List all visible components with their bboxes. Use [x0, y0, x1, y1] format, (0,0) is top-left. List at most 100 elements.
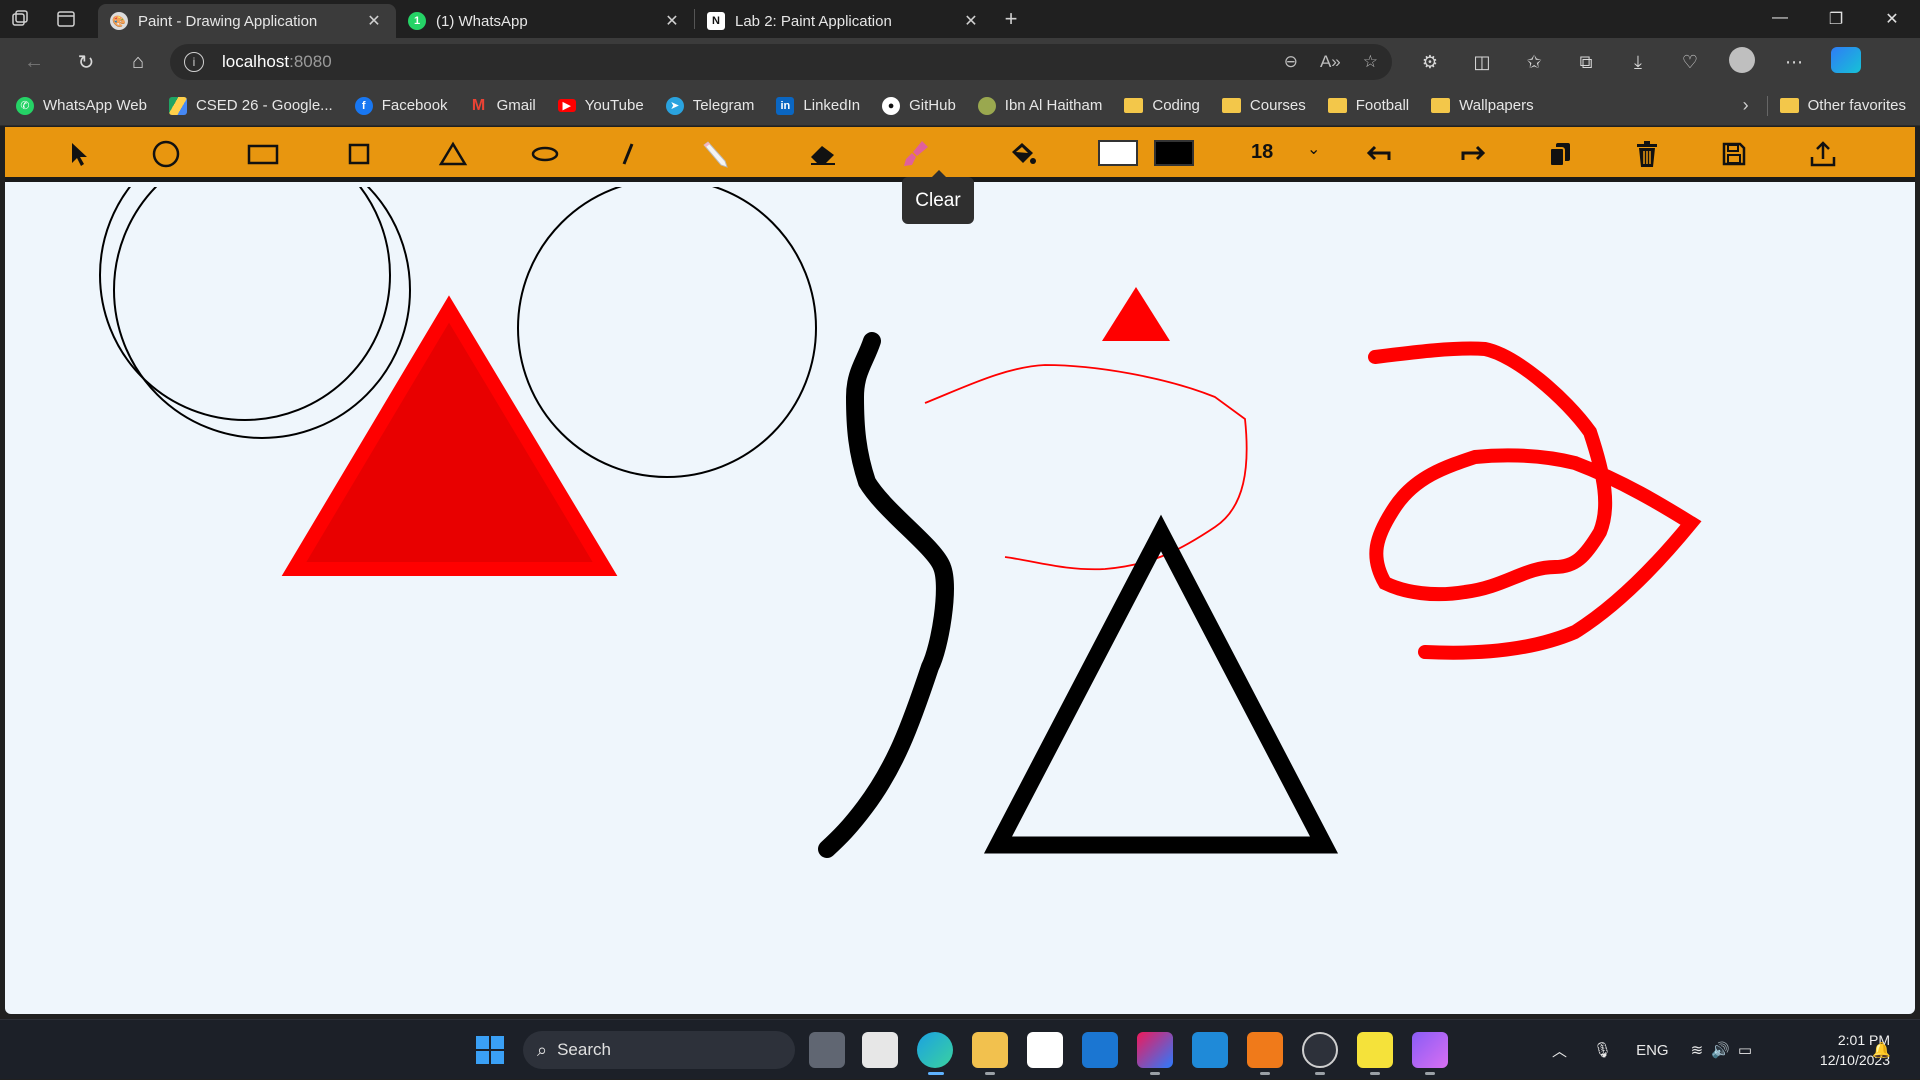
- url-field[interactable]: i localhost:8080 ⊖ A» ☆: [170, 44, 1392, 80]
- eraser-icon[interactable]: [801, 135, 845, 173]
- fill-bucket-icon[interactable]: [1000, 135, 1044, 173]
- extensions-icon[interactable]: ⚙: [1408, 52, 1452, 73]
- stroke-color-swatch[interactable]: [1154, 140, 1194, 166]
- close-window-icon[interactable]: ✕: [1864, 9, 1920, 29]
- copy-icon[interactable]: [1538, 135, 1582, 173]
- chevron-right-icon[interactable]: ›: [1743, 95, 1749, 116]
- intellij-icon[interactable]: [1137, 1032, 1173, 1068]
- bookmark-youtube[interactable]: ▶ YouTube: [557, 97, 644, 114]
- canvas-black-triangle[interactable]: [983, 514, 1339, 854]
- canvas-circle[interactable]: [99, 187, 391, 421]
- mail-icon[interactable]: [1082, 1032, 1118, 1068]
- bookmark-github[interactable]: ● GitHub: [882, 96, 956, 115]
- chevron-up-icon[interactable]: ︿: [1552, 1040, 1567, 1061]
- read-aloud-icon[interactable]: A»: [1320, 52, 1341, 72]
- bookmark-folder-courses[interactable]: Courses: [1221, 97, 1306, 114]
- undo-icon[interactable]: [1357, 135, 1401, 173]
- canvas-small-red-triangle[interactable]: [1102, 287, 1170, 341]
- restore-icon[interactable]: ❐: [1808, 9, 1864, 29]
- file-explorer-icon[interactable]: [972, 1032, 1008, 1068]
- split-screen-icon[interactable]: ◫: [1460, 52, 1504, 73]
- rectangle-tool-icon[interactable]: [241, 135, 285, 173]
- start-windows-icon[interactable]: [472, 1032, 508, 1068]
- select-arrow-icon[interactable]: [57, 135, 101, 173]
- canvas-circle[interactable]: [517, 187, 817, 478]
- snipping-tool-icon[interactable]: [862, 1032, 898, 1068]
- edge-browser-icon[interactable]: [917, 1032, 953, 1068]
- bookmark-folder-football[interactable]: Football: [1327, 97, 1409, 114]
- browser-essentials-icon[interactable]: ♡: [1668, 52, 1712, 73]
- browser-toolbar: ⚙ ◫ ✩ ⧉ ⤓ ♡ ⋯: [1408, 46, 1868, 78]
- bookmark-folder-coding[interactable]: Coding: [1124, 97, 1200, 114]
- stroke-size-select[interactable]: 18: [1251, 141, 1273, 164]
- save-icon[interactable]: [1712, 135, 1756, 173]
- wifi-icon[interactable]: ≋: [1691, 1041, 1704, 1059]
- new-tab-button[interactable]: +: [993, 6, 1029, 32]
- taskbar-search[interactable]: ⌕ Search: [523, 1031, 795, 1069]
- google-drive-icon: [168, 96, 187, 115]
- clear-brush-icon[interactable]: [894, 135, 938, 173]
- bookmark-folder-wallpapers[interactable]: Wallpapers: [1431, 97, 1534, 114]
- more-options-icon[interactable]: ⋯: [1772, 52, 1816, 73]
- bookmark-gmail[interactable]: M Gmail: [470, 97, 536, 115]
- app-g-icon[interactable]: [1247, 1032, 1283, 1068]
- tab-lab2[interactable]: N Lab 2: Paint Application ✕: [695, 4, 993, 38]
- favorites-icon[interactable]: ✩: [1512, 52, 1556, 73]
- canvas-circle[interactable]: [113, 187, 411, 439]
- downloads-icon[interactable]: ⤓: [1616, 52, 1660, 73]
- vscode-icon[interactable]: [1192, 1032, 1228, 1068]
- close-icon[interactable]: ✕: [662, 11, 682, 31]
- canvas-black-freehand-stroke[interactable]: [818, 332, 954, 858]
- redo-icon[interactable]: [1451, 135, 1495, 173]
- minimize-icon[interactable]: —: [1752, 9, 1808, 29]
- back-icon[interactable]: ←: [8, 38, 60, 86]
- bookmark-other-favorites[interactable]: Other favorites: [1779, 97, 1906, 114]
- favorite-star-icon[interactable]: ☆: [1363, 52, 1378, 72]
- youtube-icon: ▶: [557, 99, 576, 112]
- tab-actions-icon[interactable]: [46, 0, 86, 38]
- collections-icon[interactable]: ⧉: [1564, 52, 1608, 73]
- microsoft-store-icon[interactable]: [1027, 1032, 1063, 1068]
- ellipse-tool-icon[interactable]: [523, 135, 567, 173]
- tab-whatsapp[interactable]: 1 (1) WhatsApp ✕: [396, 4, 694, 38]
- bookmark-whatsapp-web[interactable]: ✆ WhatsApp Web: [16, 96, 147, 115]
- bookmark-facebook[interactable]: f Facebook: [354, 96, 448, 115]
- volume-icon[interactable]: 🔊: [1711, 1041, 1730, 1059]
- chevron-down-icon[interactable]: ⌄: [1307, 139, 1320, 159]
- upload-icon[interactable]: [1801, 135, 1845, 173]
- task-view-icon[interactable]: [809, 1032, 845, 1068]
- triangle-tool-icon[interactable]: [431, 135, 475, 173]
- square-tool-icon[interactable]: [337, 135, 381, 173]
- site-icon: [977, 96, 996, 115]
- site-info-icon[interactable]: i: [184, 52, 204, 72]
- tab-paint[interactable]: 🎨 Paint - Drawing Application ✕: [98, 4, 396, 38]
- bookmark-linkedin[interactable]: in LinkedIn: [776, 96, 860, 115]
- language-indicator[interactable]: ENG: [1636, 1042, 1669, 1059]
- delete-icon[interactable]: [1625, 135, 1669, 173]
- windows-taskbar: ⌕ Search ︿ 🎙 ENG ≋ 🔊 ▭ 2:01 PM 12/10/202…: [0, 1019, 1920, 1079]
- circle-tool-icon[interactable]: [144, 135, 188, 173]
- bookmark-telegram[interactable]: ➤ Telegram: [665, 96, 754, 115]
- profile-avatar[interactable]: [1720, 46, 1764, 78]
- refresh-icon[interactable]: ↻: [60, 38, 112, 86]
- battery-icon[interactable]: ▭: [1738, 1041, 1752, 1059]
- obs-icon[interactable]: [1302, 1032, 1338, 1068]
- notification-bell-icon[interactable]: 🔔: [1872, 1020, 1891, 1080]
- home-icon[interactable]: ⌂: [112, 38, 164, 86]
- bookmark-ibn-al-haitham[interactable]: Ibn Al Haitham: [977, 96, 1102, 115]
- canvas-red-freehand-stroke[interactable]: [1368, 341, 1702, 660]
- canvas-thin-red-stroke[interactable]: [924, 364, 1248, 571]
- close-icon[interactable]: ✕: [364, 11, 384, 31]
- clipchamp-icon[interactable]: [1412, 1032, 1448, 1068]
- fill-color-swatch[interactable]: [1098, 140, 1138, 166]
- line-tool-icon[interactable]: [606, 135, 650, 173]
- pencil-icon[interactable]: [692, 135, 736, 173]
- drawing-canvas[interactable]: [5, 187, 1915, 1014]
- copilot-icon[interactable]: [1824, 46, 1868, 78]
- workspaces-icon[interactable]: [0, 0, 40, 38]
- bookmark-csed26[interactable]: CSED 26 - Google...: [168, 96, 333, 115]
- zoom-icon[interactable]: ⊖: [1284, 52, 1298, 72]
- media-player-icon[interactable]: [1357, 1032, 1393, 1068]
- microphone-icon[interactable]: 🎙: [1593, 1041, 1612, 1059]
- close-icon[interactable]: ✕: [961, 11, 981, 31]
